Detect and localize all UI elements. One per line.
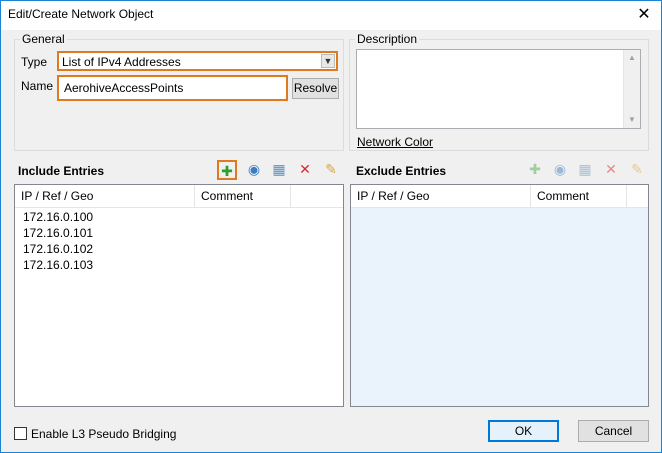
chevron-down-icon[interactable]: ▼ — [321, 54, 335, 68]
exclude-col-comment[interactable]: Comment — [531, 185, 627, 208]
include-col-comment[interactable]: Comment — [195, 185, 291, 208]
edit-icon: ✎ — [631, 161, 643, 177]
exclude-list[interactable]: IP / Ref / Geo Comment — [350, 184, 649, 407]
globe-icon: ◉ — [553, 161, 567, 177]
resolve-button[interactable]: Resolve — [292, 78, 339, 99]
exclude-list-header: IP / Ref / Geo Comment — [351, 185, 648, 208]
globe-icon[interactable]: ◉ — [244, 160, 264, 180]
bridging-checkbox[interactable] — [14, 427, 27, 440]
add-group-icon: ▦ — [578, 161, 592, 177]
network-color-link[interactable]: Network Color — [357, 135, 433, 149]
include-title: Include Entries — [18, 164, 105, 178]
list-item[interactable]: 172.16.0.103 — [23, 258, 93, 272]
bridging-label[interactable]: Enable L3 Pseudo Bridging — [31, 427, 176, 441]
close-button[interactable]: ✕ — [627, 1, 661, 30]
name-field-wrapper — [57, 75, 288, 101]
name-label: Name — [21, 79, 54, 93]
type-select[interactable]: List of IPv4 Addresses ▼ — [57, 51, 338, 71]
add-icon[interactable]: ✚ — [217, 160, 237, 180]
include-list-header: IP / Ref / Geo Comment — [15, 185, 343, 208]
cancel-button[interactable]: Cancel — [578, 420, 649, 442]
dialog-window: Edit/Create Network Object ✕ General Typ… — [0, 0, 662, 453]
include-col-ip[interactable]: IP / Ref / Geo — [15, 185, 195, 208]
delete-icon: ✕ — [605, 161, 617, 177]
description-scrollbar[interactable]: ▲ ▼ — [623, 50, 640, 128]
name-field[interactable] — [59, 77, 286, 99]
list-item[interactable]: 172.16.0.101 — [23, 226, 93, 240]
include-list[interactable]: IP / Ref / Geo Comment 172.16.0.100 172.… — [14, 184, 344, 407]
window-title: Edit/Create Network Object — [8, 7, 154, 21]
edit-icon[interactable]: ✎ — [321, 160, 341, 180]
description-textarea[interactable]: ▲ ▼ — [356, 49, 641, 129]
title-bar: Edit/Create Network Object ✕ — [1, 1, 661, 30]
add-icon: ✚ — [529, 161, 541, 177]
scroll-down-icon[interactable]: ▼ — [624, 112, 640, 128]
list-item[interactable]: 172.16.0.102 — [23, 242, 93, 256]
add-group-icon[interactable]: ▦ — [269, 160, 289, 180]
delete-icon[interactable]: ✕ — [295, 160, 315, 180]
list-item[interactable]: 172.16.0.100 — [23, 210, 93, 224]
type-label: Type — [21, 55, 48, 69]
general-legend: General — [20, 32, 67, 46]
description-legend: Description — [355, 32, 420, 46]
exclude-col-ip[interactable]: IP / Ref / Geo — [351, 185, 531, 208]
exclude-title: Exclude Entries — [356, 164, 447, 178]
scroll-up-icon[interactable]: ▲ — [624, 50, 640, 66]
type-select-value: List of IPv4 Addresses — [62, 55, 181, 69]
ok-button[interactable]: OK — [488, 420, 559, 442]
